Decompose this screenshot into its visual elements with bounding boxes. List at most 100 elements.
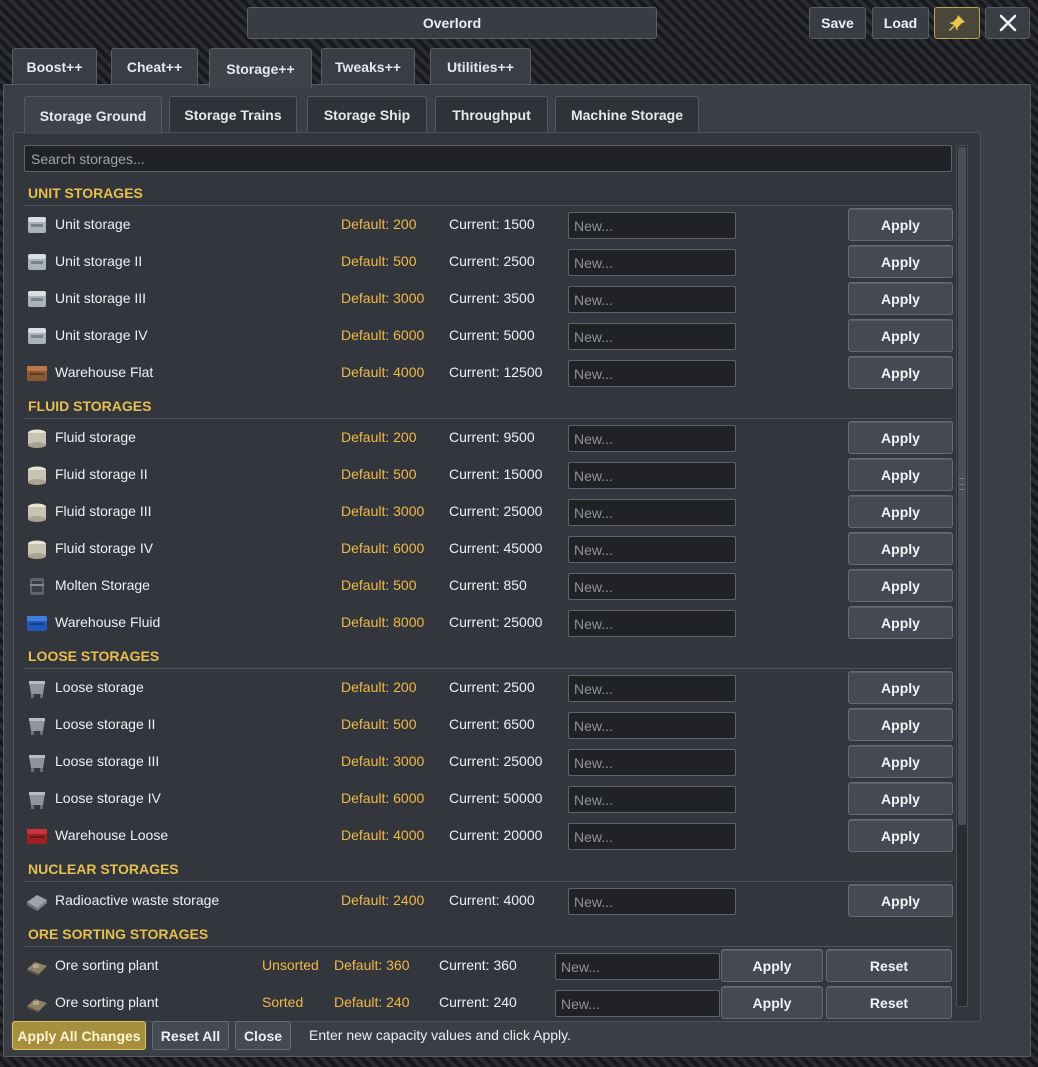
capacity-input[interactable]	[568, 675, 736, 702]
apply-button[interactable]: Apply	[848, 458, 953, 491]
section-title: FLUID STORAGES	[28, 398, 152, 414]
current-value: Current: 25000	[449, 753, 543, 769]
storage-name: Ore sorting plant	[55, 957, 159, 973]
current-value: Current: 3500	[449, 290, 535, 306]
subtab-machine-storage[interactable]: Machine Storage	[555, 96, 699, 132]
default-value: Default: 6000	[341, 540, 425, 556]
current-value: Current: 25000	[449, 614, 543, 630]
apply-button[interactable]: Apply	[721, 986, 823, 1019]
apply-button[interactable]: Apply	[848, 745, 953, 778]
close-window-button[interactable]	[985, 7, 1030, 39]
apply-all-button[interactable]: Apply All Changes	[12, 1021, 146, 1050]
capacity-input[interactable]	[568, 499, 736, 526]
default-value: Default: 500	[341, 716, 417, 732]
capacity-input[interactable]	[568, 573, 736, 600]
tab-cheat[interactable]: Cheat++	[111, 48, 198, 84]
capacity-input[interactable]	[568, 823, 736, 850]
storage-name: Warehouse Loose	[55, 827, 169, 843]
apply-button[interactable]: Apply	[848, 782, 953, 815]
apply-button[interactable]: Apply	[848, 208, 953, 241]
apply-button[interactable]: Apply	[848, 569, 953, 602]
capacity-input[interactable]	[568, 360, 736, 387]
apply-button[interactable]: Apply	[848, 356, 953, 389]
capacity-input[interactable]	[568, 888, 736, 915]
apply-button[interactable]: Apply	[848, 708, 953, 741]
subtab-throughput[interactable]: Throughput	[435, 96, 548, 132]
storage-name: Unit storage	[55, 216, 131, 232]
capacity-input[interactable]	[555, 953, 720, 980]
capacity-input[interactable]	[568, 286, 736, 313]
close-icon	[999, 14, 1016, 32]
capacity-input[interactable]	[568, 536, 736, 563]
apply-button[interactable]: Apply	[848, 819, 953, 852]
default-value: Default: 200	[341, 429, 417, 445]
fluid-storage-icon	[25, 464, 49, 486]
current-value: Current: 6500	[449, 716, 535, 732]
section-divider	[24, 946, 952, 947]
capacity-input[interactable]	[568, 212, 736, 239]
load-button[interactable]: Load	[872, 7, 929, 39]
subtab-storage-trains[interactable]: Storage Trains	[169, 96, 297, 132]
warehouse-fluid-icon	[25, 612, 49, 634]
search-input[interactable]	[24, 145, 952, 172]
tab-tweaks[interactable]: Tweaks++	[321, 48, 415, 84]
current-value: Current: 20000	[449, 827, 543, 843]
apply-button[interactable]: Apply	[848, 884, 953, 917]
capacity-input[interactable]	[568, 249, 736, 276]
default-value: Default: 4000	[341, 827, 425, 843]
apply-button[interactable]: Apply	[848, 532, 953, 565]
apply-button[interactable]: Apply	[721, 949, 823, 982]
apply-button[interactable]: Apply	[848, 671, 953, 704]
capacity-input[interactable]	[568, 610, 736, 637]
storage-name: Loose storage III	[55, 753, 160, 769]
capacity-input[interactable]	[555, 990, 720, 1017]
reset-button[interactable]: Reset	[826, 986, 952, 1019]
section-divider	[24, 418, 952, 419]
default-value: Default: 500	[341, 466, 417, 482]
current-value: Current: 240	[439, 994, 517, 1010]
unit-storage-icon	[25, 214, 49, 236]
close-button[interactable]: Close	[235, 1021, 291, 1050]
capacity-input[interactable]	[568, 749, 736, 776]
pin-icon	[949, 15, 965, 31]
unit-storage-icon	[25, 288, 49, 310]
tab-utilities[interactable]: Utilities++	[430, 48, 531, 84]
capacity-input[interactable]	[568, 786, 736, 813]
current-value: Current: 4000	[449, 892, 535, 908]
tab-storage[interactable]: Storage++	[209, 48, 312, 88]
tab-boost[interactable]: Boost++	[12, 48, 97, 84]
apply-button[interactable]: Apply	[848, 282, 953, 315]
save-button[interactable]: Save	[809, 7, 866, 39]
current-value: Current: 2500	[449, 253, 535, 269]
sort-status: Sorted	[262, 994, 304, 1010]
window-title: Overlord	[247, 7, 657, 39]
capacity-input[interactable]	[568, 712, 736, 739]
subtab-storage-ship[interactable]: Storage Ship	[307, 96, 427, 132]
subtab-storage-ground[interactable]: Storage Ground	[24, 96, 162, 134]
fluid-storage-icon	[25, 427, 49, 449]
apply-button[interactable]: Apply	[848, 495, 953, 528]
default-value: Default: 8000	[341, 614, 425, 630]
current-value: Current: 9500	[449, 429, 535, 445]
default-value: Default: 6000	[341, 327, 425, 343]
section-title: UNIT STORAGES	[28, 185, 143, 201]
reset-all-button[interactable]: Reset All	[152, 1021, 229, 1050]
section-divider	[24, 881, 952, 882]
current-value: Current: 25000	[449, 503, 543, 519]
capacity-input[interactable]	[568, 462, 736, 489]
current-value: Current: 2500	[449, 679, 535, 695]
capacity-input[interactable]	[568, 425, 736, 452]
ore-sorting-icon	[25, 955, 49, 977]
fluid-storage-icon	[25, 538, 49, 560]
apply-button[interactable]: Apply	[848, 319, 953, 352]
default-value: Default: 3000	[341, 290, 425, 306]
current-value: Current: 360	[439, 957, 517, 973]
reset-button[interactable]: Reset	[826, 949, 952, 982]
pin-button[interactable]	[934, 7, 980, 39]
apply-button[interactable]: Apply	[848, 606, 953, 639]
apply-button[interactable]: Apply	[848, 245, 953, 278]
capacity-input[interactable]	[568, 323, 736, 350]
apply-button[interactable]: Apply	[848, 421, 953, 454]
storage-name: Molten Storage	[55, 577, 150, 593]
default-value: Default: 2400	[341, 892, 425, 908]
